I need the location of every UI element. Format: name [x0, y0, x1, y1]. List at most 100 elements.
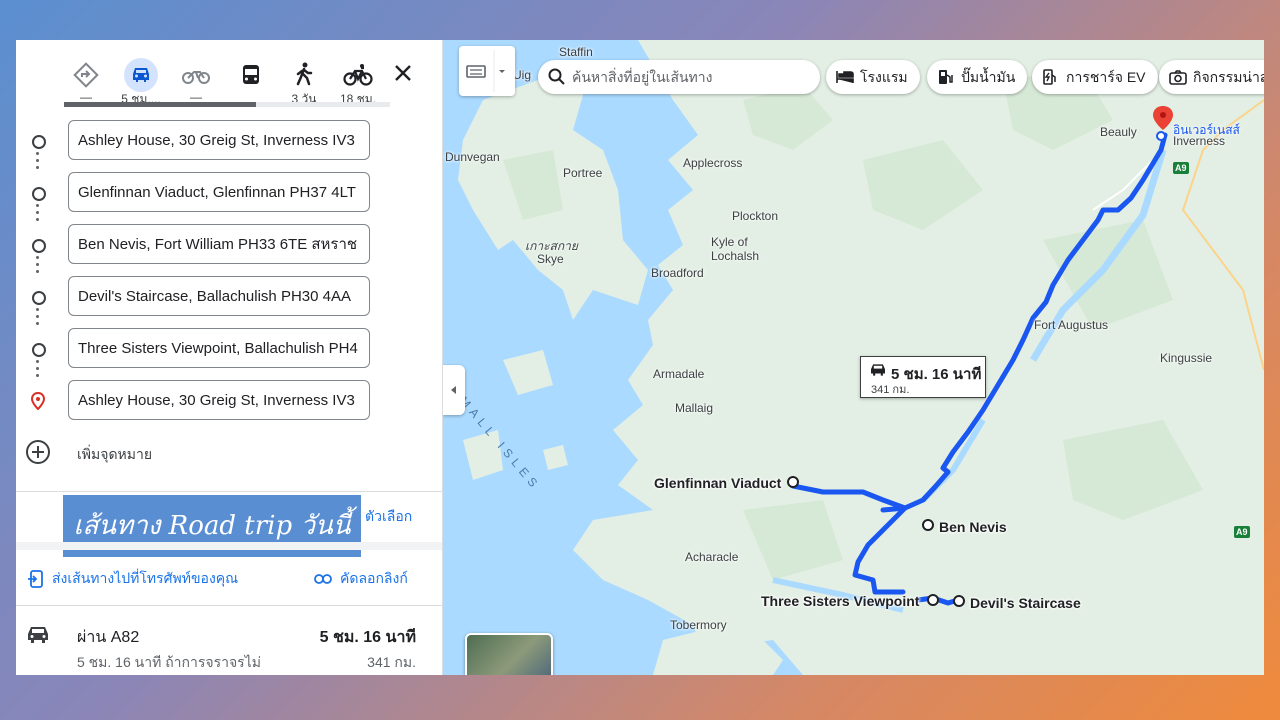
add-circle-icon: [26, 440, 50, 464]
map-label: Lochalsh: [711, 249, 760, 263]
bus-icon: [243, 65, 259, 84]
poi-label[interactable]: Glenfinnan Viaduct: [654, 475, 781, 491]
stop-row: Ashley House, 30 Greig St, Inverness IV3: [16, 380, 442, 432]
gas-station-icon: [939, 70, 953, 84]
mode-progress-track: [64, 102, 390, 107]
callout-distance: 341 กม.: [871, 384, 910, 396]
waypoint-dot-icon: [32, 135, 46, 149]
chip-label: โรงแรม: [860, 69, 908, 85]
stop-row: Ashley House, 30 Greig St, Inverness IV3: [16, 120, 442, 172]
car-icon: [28, 627, 48, 643]
chip-things-to-do[interactable]: กิจกรรมน่าส: [1159, 60, 1264, 94]
chip-label: กิจกรรมน่าส: [1193, 69, 1264, 85]
link-icon: [314, 574, 332, 585]
maps-window: — 5 ชม.... — 3 วัน 18 ชม. Ashley House, …: [16, 40, 1264, 675]
waypoint-dot-icon: [32, 239, 46, 253]
directions-panel: — 5 ชม.... — 3 วัน 18 ชม. Ashley House, …: [16, 40, 443, 675]
route-callout[interactable]: 5 ชม. 16 นาที 341 กม.: [860, 356, 986, 398]
bed-icon: [836, 71, 854, 83]
waypoint-dot-icon: [32, 187, 46, 201]
stop-row: Devil's Staircase, Ballachulish PH30 4AA: [16, 276, 442, 328]
stop-input[interactable]: Ben Nevis, Fort William PH33 6TE สหราช: [68, 224, 370, 264]
map-label: Skye: [537, 252, 564, 266]
divider: [16, 491, 442, 492]
stop-input[interactable]: Ashley House, 30 Greig St, Inverness IV3: [68, 120, 370, 160]
stop-row: Glenfinnan Viaduct, Glenfinnan PH37 4LT: [16, 172, 442, 224]
motorcycle-icon: [182, 71, 210, 84]
ev-charger-icon: [1043, 69, 1056, 85]
map-label: Dunvegan: [445, 150, 500, 164]
map-label: Mallaig: [675, 401, 714, 415]
send-to-phone-button[interactable]: ส่งเส้นทางไปที่โทรศัพท์ของคุณ: [28, 568, 238, 590]
map-canvas[interactable]: Staffin Uig Dunvegan Applecross Portree …: [443, 40, 1264, 675]
map-toolbar: ค้นหาสิ่งที่อยู่ในเส้นทาง โรงแรม ปั๊มน้ำ…: [459, 46, 1264, 96]
input-tools-button[interactable]: [459, 46, 515, 96]
send-to-phone-label: ส่งเส้นทางไปที่โทรศัพท์ของคุณ: [52, 570, 239, 586]
waypoint-dot-icon: [32, 291, 46, 305]
poi-label[interactable]: Ben Nevis: [939, 519, 1007, 535]
map-label: Tobermory: [670, 618, 727, 632]
add-destination-label: เพิ่มจุดหมาย: [77, 446, 153, 462]
road-sign: A9: [1234, 526, 1250, 538]
add-destination-button[interactable]: เพิ่มจุดหมาย: [26, 440, 326, 470]
map-label: Applecross: [683, 156, 743, 170]
car-icon: [871, 364, 885, 376]
more-vert-icon: [36, 256, 39, 278]
map-label: Inverness: [1173, 134, 1226, 148]
map-label: Plockton: [732, 209, 779, 223]
divider: [16, 542, 442, 550]
route-distance: 341 กม.: [367, 654, 416, 670]
more-vert-icon: [36, 360, 39, 382]
chip-gas[interactable]: ปั๊มน้ำมัน: [927, 60, 1028, 94]
copy-link-label: คัดลอกลิงก์: [340, 570, 408, 586]
layers-thumbnail[interactable]: [465, 633, 553, 675]
stop-row: Ben Nevis, Fort William PH33 6TE สหราช: [16, 224, 442, 276]
map-label: Broadford: [651, 266, 704, 280]
keyboard-icon: [466, 50, 505, 92]
route-traffic-desc: 5 ชม. 16 นาที ถ้าการจราจรไม่: [77, 654, 261, 670]
map-label: Beauly: [1100, 125, 1137, 139]
camera-icon: [1169, 70, 1187, 85]
poi-label[interactable]: Devil's Staircase: [970, 595, 1081, 611]
map-label: Kingussie: [1160, 351, 1213, 365]
send-to-phone-icon: [28, 570, 43, 589]
stop-row: Three Sisters Viewpoint, Ballachulish PH…: [16, 328, 442, 380]
chip-ev-charging[interactable]: การชาร์จ EV: [1032, 60, 1158, 94]
more-vert-icon: [36, 204, 39, 226]
search-icon: [548, 68, 565, 85]
stop-input[interactable]: Glenfinnan Viaduct, Glenfinnan PH37 4LT: [68, 172, 370, 212]
route-time: 5 ชม. 16 นาที: [319, 629, 416, 646]
bicycle-icon: [343, 64, 373, 86]
map-label: Kyle of: [711, 235, 748, 249]
destination-pin-icon: [31, 392, 45, 410]
route-option[interactable]: ผ่าน A82 5 ชม. 16 นาที 5 ชม. 16 นาที ถ้า…: [16, 615, 442, 675]
copy-link-button[interactable]: คัดลอกลิงก์: [314, 568, 408, 590]
map-label: Portree: [563, 166, 603, 180]
stop-input[interactable]: Three Sisters Viewpoint, Ballachulish PH…: [68, 328, 370, 368]
mode-progress-fill: [64, 102, 256, 107]
more-vert-icon: [36, 308, 39, 330]
close-icon[interactable]: [388, 58, 418, 88]
map-label: Acharacle: [685, 550, 739, 564]
more-vert-icon: [36, 152, 39, 174]
search-along-route-input[interactable]: ค้นหาสิ่งที่อยู่ในเส้นทาง: [538, 60, 820, 94]
route-via: ผ่าน A82: [77, 629, 140, 646]
poi-label[interactable]: Three Sisters Viewpoint: [761, 593, 919, 609]
divider: [16, 605, 442, 606]
map-label: Fort Augustus: [1034, 318, 1109, 332]
waypoint-dot-icon: [32, 343, 46, 357]
collapse-panel-button[interactable]: [443, 365, 465, 415]
map-label: Armadale: [653, 367, 705, 381]
car-icon: [124, 58, 158, 92]
options-button[interactable]: ตัวเลือก: [365, 506, 412, 528]
road-sign: A9: [1173, 162, 1189, 174]
chip-hotels[interactable]: โรงแรม: [826, 60, 920, 94]
share-row: ส่งเส้นทางไปที่โทรศัพท์ของคุณ คัดลอกลิงก…: [16, 564, 442, 592]
chip-label: การชาร์จ EV: [1066, 69, 1146, 85]
stop-input[interactable]: Ashley House, 30 Greig St, Inverness IV3: [68, 380, 370, 420]
walk-icon: [296, 62, 313, 86]
chip-label: ปั๊มน้ำมัน: [961, 69, 1016, 85]
map-terrain: [458, 40, 1264, 675]
stop-input[interactable]: Devil's Staircase, Ballachulish PH30 4AA: [68, 276, 370, 316]
directions-icon: [73, 62, 99, 88]
